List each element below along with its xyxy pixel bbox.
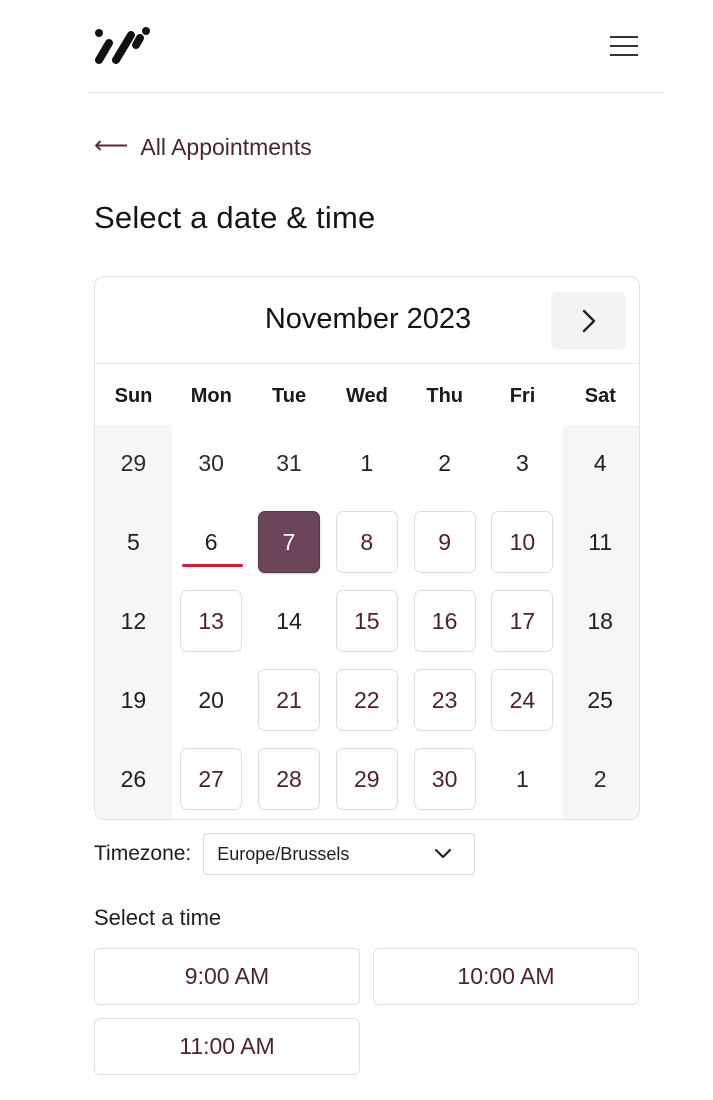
calendar-day[interactable]: 15 (335, 590, 398, 652)
calendar-day[interactable]: 27 (180, 748, 243, 810)
calendar-day: 4 (593, 449, 607, 476)
calendar-day: 14 (276, 607, 302, 634)
time-slot-button[interactable]: 11:00 AM (94, 1018, 360, 1075)
calendar-day[interactable]: 8 (335, 511, 398, 573)
calendar-day: 30 (198, 449, 224, 476)
calendar-day[interactable]: 21 (258, 669, 320, 731)
timezone-row: Timezone: Europe/Brussels (94, 833, 476, 875)
weekday-label: Thu (426, 385, 464, 407)
today-indicator (182, 564, 243, 567)
page-title: Select a date & time (94, 200, 376, 235)
back-link-label: All Appointments (140, 133, 312, 160)
calendar-day: 29 (120, 449, 147, 476)
timezone-select[interactable]: Europe/Brussels (203, 833, 476, 875)
calendar-day: 1 (360, 449, 374, 476)
calendar-day: 25 (587, 686, 613, 713)
calendar-day[interactable]: 17 (491, 590, 554, 652)
select-time-heading: Select a time (94, 905, 222, 930)
time-slot-button[interactable]: 10:00 AM (373, 948, 639, 1005)
calendar-day[interactable]: 28 (258, 748, 320, 810)
calendar-day: 19 (120, 686, 147, 713)
calendar-day: 11 (588, 528, 613, 555)
calendar-day[interactable]: 13 (180, 590, 243, 652)
weekday-label: Mon (190, 385, 232, 407)
calendar-day: 2 (438, 449, 451, 476)
calendar-day: 26 (120, 765, 147, 792)
chevron-down-icon (435, 848, 452, 859)
weekday-label: Fri (509, 385, 536, 407)
app-header (0, 0, 713, 93)
next-month-button[interactable] (551, 292, 626, 349)
timezone-value: Europe/Brussels (217, 843, 350, 864)
weekday-label: Sat (584, 385, 616, 407)
calendar-day[interactable]: 9 (413, 511, 476, 573)
calendar-day[interactable]: 30 (413, 748, 476, 810)
calendar-day: 31 (276, 449, 302, 476)
calendar-day[interactable]: 10 (491, 511, 554, 573)
calendar-day: 1 (515, 765, 529, 792)
header-divider (88, 92, 664, 93)
calendar-day: 5 (126, 528, 140, 555)
calendar-day: 12 (120, 607, 147, 634)
brand-logo-icon[interactable] (94, 26, 152, 66)
calendar-day[interactable]: 16 (413, 590, 476, 652)
calendar-day[interactable]: 23 (413, 669, 476, 731)
calendar-day[interactable]: 22 (335, 669, 398, 731)
selected-day[interactable]: 7 (258, 511, 320, 573)
back-to-all-appointments-link[interactable]: ⟵ All Appointments (94, 132, 312, 162)
calendar-day[interactable]: 24 (491, 669, 554, 731)
calendar-day: 20 (198, 686, 224, 713)
calendar-day[interactable]: 29 (335, 748, 398, 810)
weekday-label: Sun (114, 385, 153, 407)
weekday-label: Wed (345, 385, 388, 407)
calendar-day: 3 (515, 449, 529, 476)
arrow-left-icon: ⟵ (94, 132, 129, 159)
time-slot-button[interactable]: 9:00 AM (94, 948, 360, 1005)
calendar-header: November 2023 (95, 277, 639, 364)
calendar: November 2023 Sun Mon Tue Wed Thu Fri Sat 29 30… (94, 276, 640, 820)
hamburger-menu-icon[interactable] (606, 30, 642, 62)
calendar-day: 18 (587, 607, 613, 634)
weekday-label: Tue (272, 385, 307, 407)
chevron-right-icon (582, 309, 595, 332)
calendar-day: 2 (593, 765, 607, 792)
timezone-label: Timezone: (94, 842, 192, 865)
